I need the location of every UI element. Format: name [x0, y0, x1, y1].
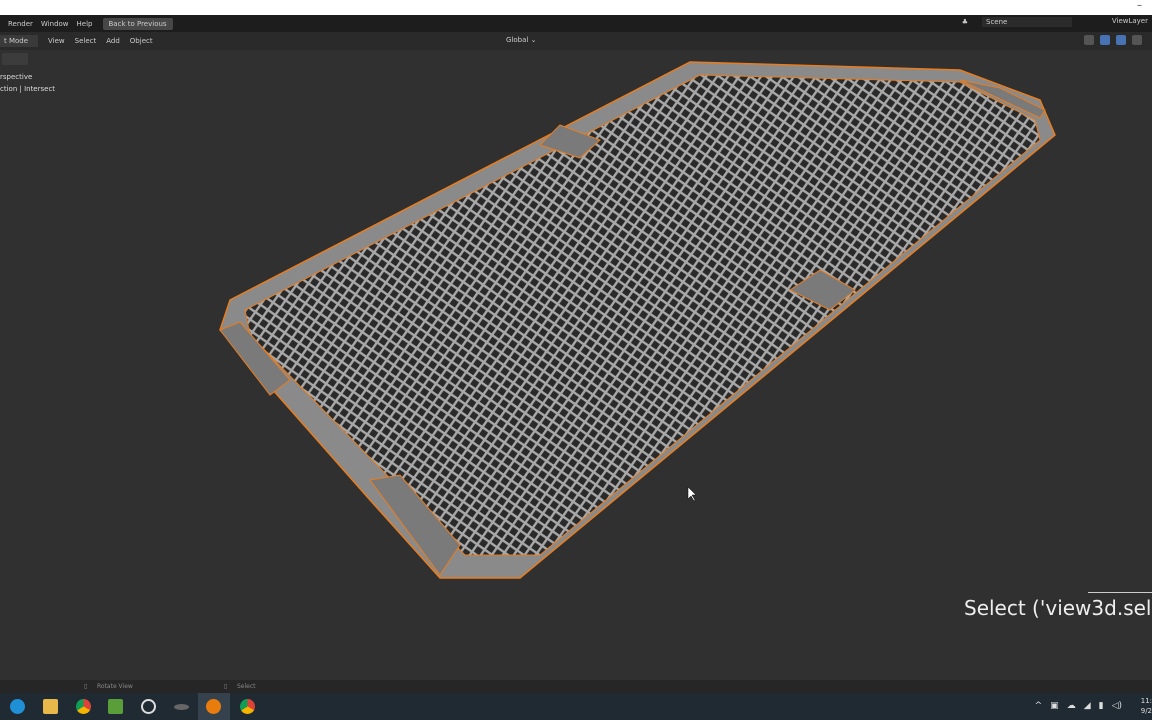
chrome-icon[interactable] — [76, 699, 91, 714]
menu-select[interactable]: Select — [75, 37, 97, 45]
top-menubar: Render Window Help Back to Previous ♣ Sce… — [0, 15, 1152, 32]
status-bar: ▯ Rotate View ▯ Select — [0, 680, 1152, 693]
blender-icon — [206, 699, 221, 714]
view-layer-label: ViewLayer — [1111, 17, 1148, 25]
overlay-icon[interactable] — [1116, 35, 1126, 45]
menu-object[interactable]: Object — [130, 37, 153, 45]
mode-dropdown[interactable]: t Mode — [0, 35, 38, 47]
scene-icon: ♣ — [961, 18, 968, 26]
menu-render[interactable]: Render — [8, 20, 33, 28]
app-icon[interactable] — [174, 704, 189, 710]
mouse-icon: ▯ — [84, 683, 88, 690]
clock-time: 11: — [1140, 697, 1152, 705]
operator-info: Select ('view3d.sel — [964, 596, 1152, 620]
orientation-label: Global — [506, 36, 529, 44]
scene-selector[interactable]: ♣ Scene — [954, 17, 1072, 27]
mouse-cursor — [687, 486, 697, 502]
view-layer-selector[interactable]: ViewLayer — [1104, 17, 1148, 25]
clock-date: 9/2 — [1140, 707, 1152, 715]
chevron-up-icon[interactable]: ^ — [1035, 701, 1043, 711]
back-to-previous-button[interactable]: Back to Previous — [102, 17, 173, 30]
menu-help[interactable]: Help — [77, 20, 93, 28]
clock[interactable]: 11: 9/2 — [1141, 696, 1152, 716]
obs-icon[interactable] — [141, 699, 156, 714]
viewport-shading-controls — [1084, 35, 1142, 45]
3d-viewport[interactable] — [0, 50, 1152, 680]
notepad-icon[interactable] — [108, 699, 123, 714]
menu-add[interactable]: Add — [106, 37, 120, 45]
menu-view[interactable]: View — [48, 37, 65, 45]
taskbar: ^ ▣ ☁ ◢ ▮ ◁) 11: 9/2 — [0, 693, 1152, 720]
cloud-icon[interactable]: ☁ — [1067, 701, 1076, 711]
scene-field[interactable]: Scene — [982, 17, 1072, 27]
mouse-icon: ▯ — [224, 683, 228, 690]
file-explorer-icon[interactable] — [43, 699, 58, 714]
minimize-button[interactable]: – — [1137, 0, 1142, 11]
wifi-icon[interactable]: ◢ — [1084, 701, 1091, 711]
status-select: Select — [237, 683, 256, 690]
menu-window[interactable]: Window — [41, 20, 69, 28]
visibility-icon[interactable] — [1084, 35, 1094, 45]
edge-icon[interactable] — [10, 699, 25, 714]
operator-divider — [1088, 592, 1152, 593]
gizmo-icon[interactable] — [1100, 35, 1110, 45]
viewport-header: t Mode View Select Add Object Global ⌄ — [0, 32, 1152, 50]
status-rotate-view: Rotate View — [97, 683, 133, 690]
title-bar: – — [0, 0, 1152, 15]
chrome-icon[interactable] — [240, 699, 255, 714]
meet-icon[interactable]: ▣ — [1050, 701, 1059, 711]
system-tray: ^ ▣ ☁ ◢ ▮ ◁) — [1035, 701, 1122, 711]
xray-icon[interactable] — [1132, 35, 1142, 45]
blender-taskbar-button[interactable] — [198, 693, 230, 720]
volume-icon[interactable]: ◁) — [1112, 701, 1122, 711]
orientation-dropdown[interactable]: Global ⌄ — [496, 36, 536, 44]
mic-icon[interactable]: ▮ — [1099, 701, 1104, 711]
